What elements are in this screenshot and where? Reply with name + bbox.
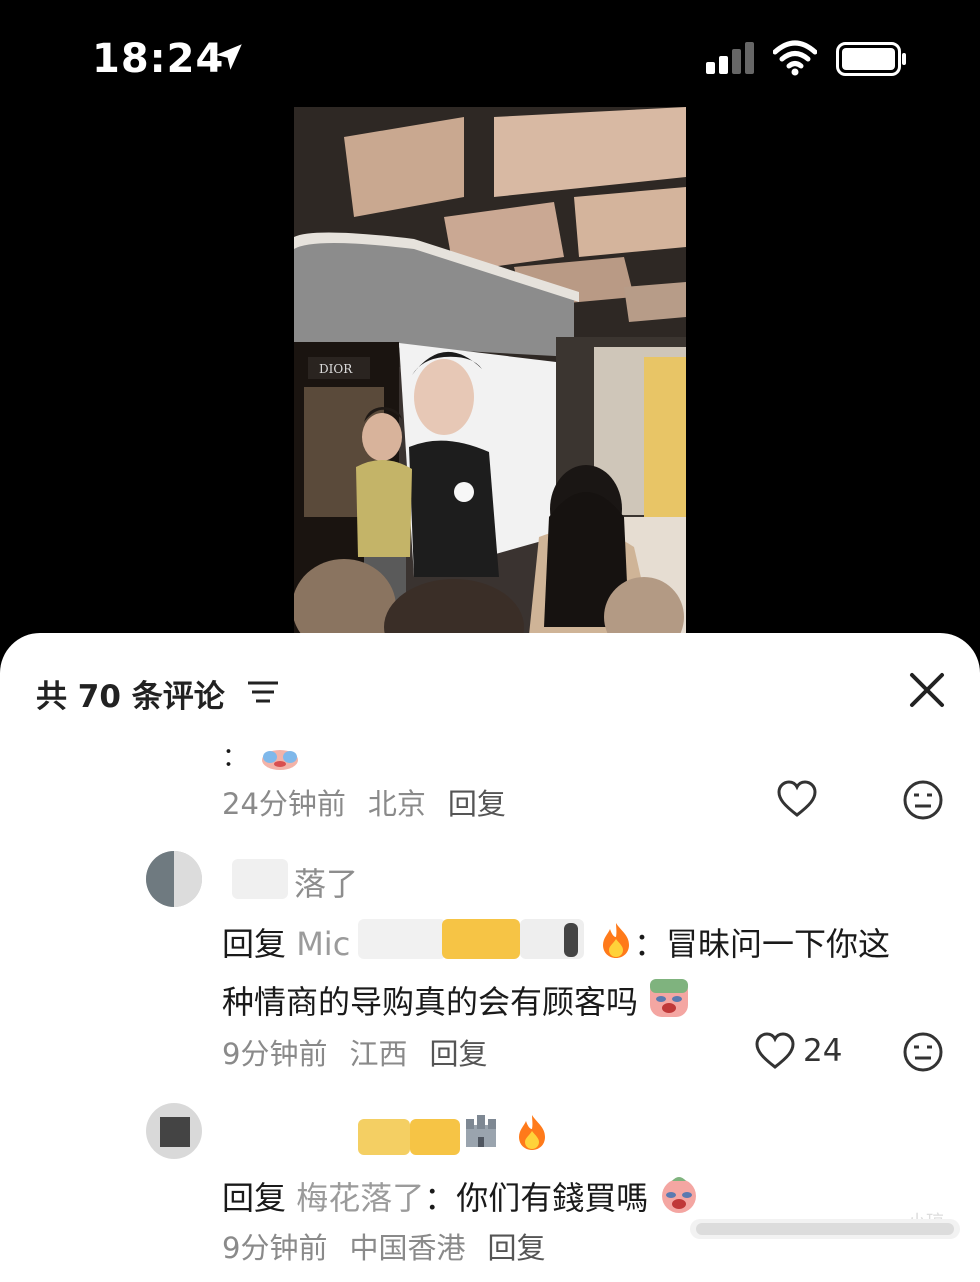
comment-2-reply-button[interactable]: 回复 bbox=[429, 1037, 487, 1071]
username-redaction-yellow bbox=[358, 1119, 410, 1155]
comment-2-body-line1: 回复 Mic bbox=[222, 919, 350, 965]
comment-2-reply-to[interactable]: Mic bbox=[296, 925, 350, 963]
dior-sign: DIOR bbox=[319, 362, 353, 376]
filter-icon[interactable] bbox=[246, 678, 280, 706]
mall-scene-image: DIOR bbox=[294, 107, 686, 635]
username-redaction bbox=[358, 919, 446, 959]
comment-2-username[interactable]: 落了 bbox=[294, 859, 358, 905]
comment-3-reply-prefix: 回复 bbox=[222, 1179, 287, 1217]
username-redaction bbox=[564, 923, 578, 957]
wifi-icon bbox=[773, 40, 817, 76]
dislike-face-icon[interactable] bbox=[902, 1031, 944, 1073]
comment-2-body-line2-text: 种情商的导购真的会有顾客吗 bbox=[222, 983, 639, 1021]
comment-1-reply-button[interactable]: 回复 bbox=[448, 787, 506, 821]
comment-2-body-line2: 种情商的导购真的会有顾客吗 bbox=[222, 977, 690, 1023]
avatar[interactable] bbox=[146, 1103, 202, 1159]
comment-3-body: 回复 梅花落了：你们有錢買嗎 bbox=[222, 1173, 700, 1219]
status-time: 18:24 bbox=[92, 36, 225, 82]
username-redaction bbox=[232, 859, 288, 899]
post-photo[interactable]: DIOR bbox=[294, 107, 686, 635]
fire-icon bbox=[519, 1115, 545, 1150]
comment-3-reply-button[interactable]: 回复 bbox=[487, 1231, 545, 1265]
comment-1-location: 北京 bbox=[367, 787, 426, 821]
crying-face-emoji-icon bbox=[662, 1177, 697, 1213]
close-icon[interactable] bbox=[906, 669, 948, 711]
comment-2-reply-prefix: 回复 bbox=[222, 925, 287, 963]
scroll-scrub-bar bbox=[690, 1219, 960, 1239]
location-arrow-icon bbox=[216, 44, 242, 70]
comment-1-meta: 24分钟前 北京 回复 bbox=[222, 781, 528, 823]
comment-2-location: 江西 bbox=[349, 1037, 408, 1071]
fire-icon bbox=[603, 923, 629, 958]
comment-3-location: 中国香港 bbox=[349, 1231, 466, 1265]
comment-3-body-text: ：你们有錢買嗎 bbox=[424, 1179, 649, 1217]
crying-face-emoji-icon bbox=[262, 750, 299, 770]
comment-3-reply-to[interactable]: 梅花落了 bbox=[296, 1179, 424, 1217]
comment-3-time: 9分钟前 bbox=[222, 1231, 328, 1265]
avatar[interactable] bbox=[146, 851, 202, 907]
castle-icon bbox=[466, 1115, 496, 1147]
comment-1-body-prefix: ： bbox=[222, 743, 249, 773]
comments-count-title: 共 70 条评论 bbox=[36, 679, 225, 715]
dislike-face-icon[interactable] bbox=[902, 779, 944, 821]
comment-3-meta: 9分钟前 中国香港 回复 bbox=[222, 1225, 567, 1267]
comments-panel: 共 70 条评论 ： 24分钟前 北京 回复 落了 回复 Mic ：冒昧问一下你… bbox=[0, 633, 980, 1282]
comment-2-like-count: 24 bbox=[803, 1033, 843, 1069]
battery-icon bbox=[836, 42, 906, 76]
status-bar: 18:24 bbox=[0, 0, 980, 110]
comment-1-body: ： bbox=[222, 737, 304, 774]
heart-icon[interactable] bbox=[776, 779, 818, 821]
crying-face-emoji-icon bbox=[650, 979, 689, 1017]
username-redaction-yellow bbox=[410, 1119, 460, 1155]
comment-2-meta: 9分钟前 江西 回复 bbox=[222, 1031, 509, 1073]
comment-1-time: 24分钟前 bbox=[222, 787, 346, 821]
heart-icon[interactable] bbox=[754, 1031, 796, 1073]
comment-2-body-line1-text: ：冒昧问一下你这 bbox=[634, 925, 891, 963]
cellular-signal-icon bbox=[706, 42, 754, 74]
username-redaction-yellow bbox=[442, 919, 520, 959]
comment-2-time: 9分钟前 bbox=[222, 1037, 328, 1071]
